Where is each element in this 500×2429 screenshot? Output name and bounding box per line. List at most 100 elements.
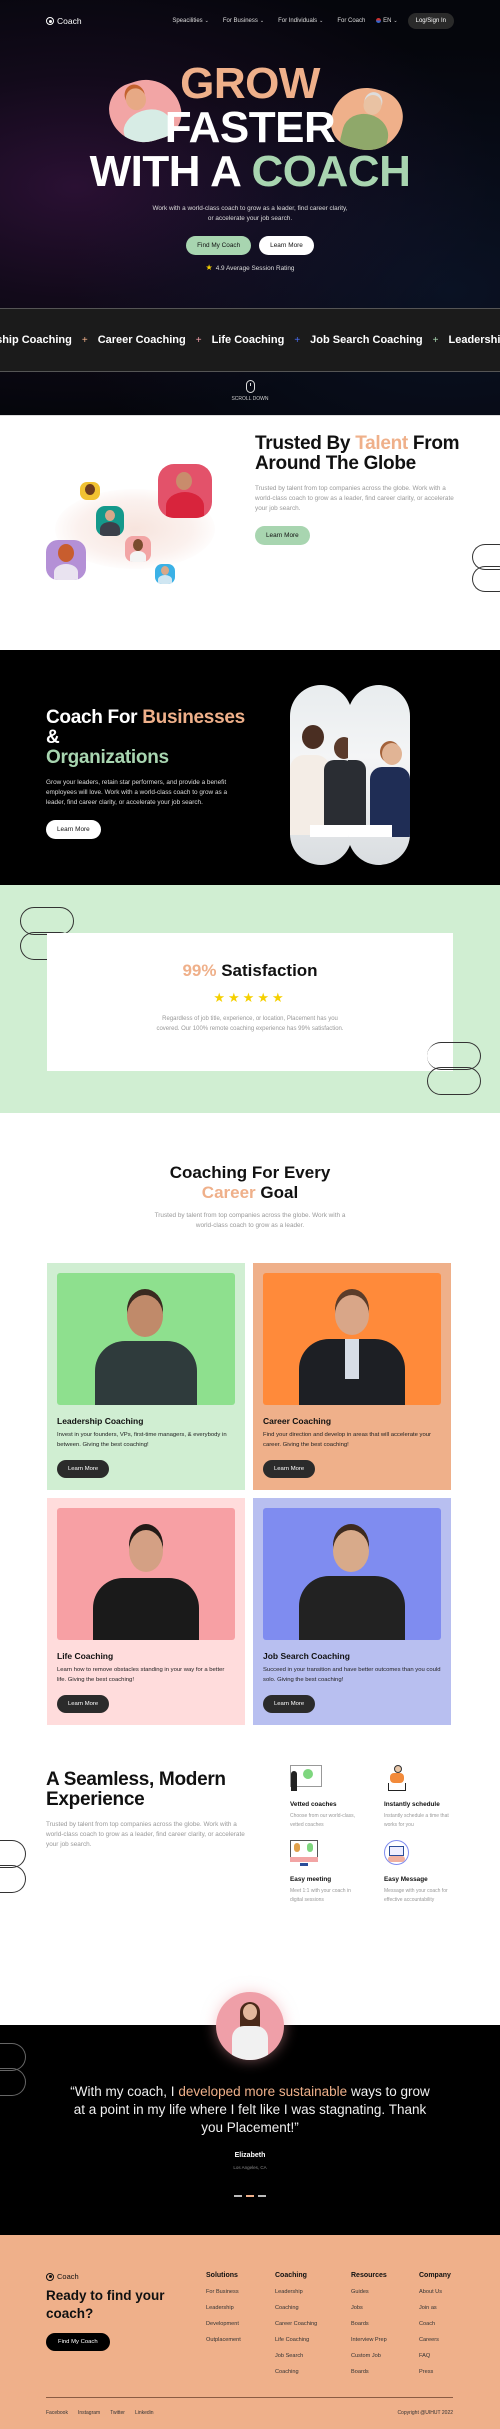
business-learn-more-button[interactable]: Learn More (46, 820, 101, 839)
footer-link[interactable]: Join as (419, 2305, 451, 2311)
hero-title-prefix: WITH A (89, 147, 241, 196)
satisfaction-text: Regardless of job title, experience, or … (156, 1016, 344, 1032)
nav-link-for-business[interactable]: For Business ⌄ (223, 18, 264, 24)
footer-bottom: Facebook Instagram Twitter Linkedin Copy… (46, 2410, 453, 2416)
schedule-icon (384, 1765, 418, 1793)
ticker-item: Career Coaching (97, 334, 186, 346)
social-link-instagram[interactable]: Instagram (78, 2410, 100, 2416)
find-my-coach-button[interactable]: Find My Coach (186, 236, 252, 255)
footer-link[interactable]: Interview Prep (351, 2337, 387, 2343)
avatar-head (161, 566, 169, 575)
coaching-card-life: Life Coaching Learn how to remove obstac… (47, 1498, 245, 1725)
person-body (95, 1341, 197, 1405)
footer-find-my-coach-button[interactable]: Find My Coach (46, 2333, 110, 2351)
chevron-down-icon: ⌄ (259, 18, 265, 24)
trusted-title: Trusted By Talent From Around The Globe (255, 434, 460, 474)
coach-photo (57, 1508, 235, 1640)
person-head (302, 725, 324, 749)
footer-divider (46, 2397, 453, 2398)
footer-cta: Coach Ready to find your coach? Find My … (46, 2272, 186, 2351)
features-grid: Vetted coaches Choose from our world-cla… (290, 1765, 478, 1905)
card-text: Succeed in your transition and have bett… (263, 1667, 441, 1683)
language-selector[interactable]: EN ⌄ (376, 17, 398, 25)
card-learn-more-button[interactable]: Learn More (57, 1460, 110, 1478)
footer-link[interactable]: Boards (351, 2369, 387, 2375)
hero-section: Coach Speacilities ⌄ For Business ⌄ For In… (0, 0, 500, 415)
footer-link[interactable]: Coach (419, 2321, 451, 2327)
seamless-text: Trusted by talent from top companies acr… (46, 1821, 245, 1848)
nav-link-for-individuals[interactable]: For Individuals ⌄ (278, 18, 323, 24)
footer-link[interactable]: Jobs (351, 2305, 387, 2311)
avatar-body (130, 551, 146, 562)
mouse-icon (245, 380, 255, 393)
social-link-linkedin[interactable]: Linkedin (135, 2410, 154, 2416)
footer-link[interactable]: Development (206, 2321, 241, 2327)
brand-logo[interactable]: Coach (46, 16, 82, 26)
footer-link[interactable]: Coaching (275, 2305, 317, 2311)
carousel-dot-active[interactable] (246, 2195, 254, 2197)
feature-text: Choose from our world-class, vetted coac… (290, 1813, 356, 1828)
coaching-cards: Leadership Coaching Invest in your found… (47, 1263, 500, 1725)
footer-link[interactable]: Custom Job (351, 2353, 387, 2359)
person-head (129, 1530, 163, 1572)
card-learn-more-button[interactable]: Learn More (263, 1460, 316, 1478)
footer-link[interactable]: About Us (419, 2289, 451, 2295)
coach-avatar (96, 506, 124, 536)
nav-link-label: For Coach (337, 18, 366, 24)
footer-column-resources: Resources Guides Jobs Boards Interview P… (351, 2272, 387, 2375)
footer-link[interactable]: Careers (419, 2337, 451, 2343)
avatar-body (54, 564, 78, 580)
learn-more-button[interactable]: Learn More (259, 236, 314, 255)
lock-badge-shape (303, 1769, 313, 1779)
coach-avatar (46, 540, 86, 580)
footer-link[interactable]: Guides (351, 2289, 387, 2295)
social-link-facebook[interactable]: Facebook (46, 2410, 68, 2416)
trusted-learn-more-button[interactable]: Learn More (255, 526, 310, 545)
footer-logo[interactable]: Coach (46, 2272, 186, 2281)
footer-link[interactable]: Life Coaching (275, 2337, 317, 2343)
carousel-dot[interactable] (234, 2195, 242, 2197)
nav-link-specialities[interactable]: Speacilities ⌄ (172, 18, 209, 24)
coach-avatar (158, 464, 212, 518)
footer-link[interactable]: Leadership (206, 2305, 241, 2311)
avatar-head (58, 544, 74, 562)
footer-link[interactable]: Job Search (275, 2353, 317, 2359)
feature-text: Meet 1:1 with your coach in digital sess… (290, 1888, 351, 1903)
envelope-shape (389, 1846, 404, 1856)
social-link-twitter[interactable]: Twitter (110, 2410, 125, 2416)
footer-link[interactable]: Leadership (275, 2289, 317, 2295)
login-button[interactable]: Log/Sign In (407, 13, 454, 29)
person-shape (291, 1771, 297, 1791)
testimonial-location: Los Angeles, CA (233, 2165, 267, 2170)
meeting-icon (290, 1840, 324, 1868)
coach-avatar (155, 564, 175, 584)
quote-part: “With my coach, I (70, 2084, 175, 2099)
head-shape (394, 1765, 402, 1773)
card-learn-more-button[interactable]: Learn More (57, 1695, 110, 1713)
card-title: Career Coaching (263, 1416, 332, 1426)
ticker-item: Leadership Coaching (448, 334, 500, 346)
footer-link[interactable]: For Business (206, 2289, 241, 2295)
photo-pill-right (348, 685, 410, 865)
footer-link[interactable]: FAQ (419, 2353, 451, 2359)
footer-link[interactable]: Career Coaching (275, 2321, 317, 2327)
footer-link[interactable]: Outplacement (206, 2337, 241, 2343)
hands-shape (388, 1856, 405, 1862)
footer-link[interactable]: Coaching (275, 2369, 317, 2375)
avatar-body (100, 522, 120, 536)
business-title: Coach For Businesses & Organizations (46, 708, 246, 768)
nav-link-for-coach[interactable]: For Coach (337, 18, 365, 24)
scroll-down-indicator[interactable]: SCROLL DOWN (0, 380, 500, 402)
plus-icon: + (81, 334, 88, 346)
card-learn-more-button[interactable]: Learn More (263, 1695, 316, 1713)
footer-link[interactable]: Press (419, 2369, 451, 2375)
footer-column-title: Solutions (206, 2272, 238, 2279)
chevron-down-icon: ⌄ (393, 18, 398, 25)
satisfaction-percent: 99% (182, 961, 217, 980)
feature-vetted-coaches: Vetted coaches Choose from our world-cla… (290, 1765, 384, 1830)
avatar-body (158, 575, 172, 584)
hero-title-line2: FASTER (164, 103, 336, 152)
footer-link[interactable]: Boards (351, 2321, 387, 2327)
carousel-dot[interactable] (258, 2195, 266, 2197)
table (310, 825, 352, 837)
